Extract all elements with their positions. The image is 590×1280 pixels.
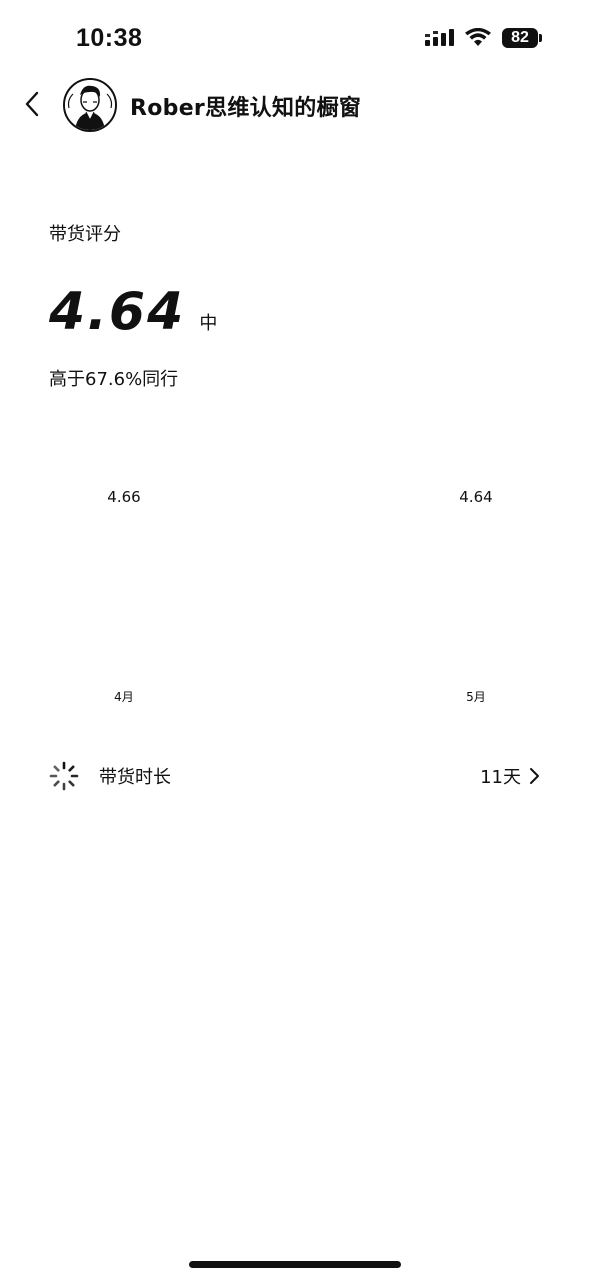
status-bar: 10:38 82 (0, 0, 590, 78)
score-row: 4.64 中 (49, 282, 217, 342)
back-button[interactable] (14, 84, 50, 124)
battery-icon: 82 (502, 28, 542, 48)
chevron-right-icon (530, 768, 539, 784)
score-level: 中 (199, 313, 218, 334)
avatar-image (65, 80, 115, 130)
home-indicator (189, 1261, 401, 1268)
duration-value: 11天 (480, 767, 521, 788)
chart-x-tick-label: 4月 (114, 690, 134, 704)
score-trend-chart: 4.66 4.64 4月 5月 (49, 470, 541, 720)
chevron-left-icon (25, 91, 39, 117)
status-time: 10:38 (76, 24, 143, 52)
cellular-signal-icon (425, 29, 454, 46)
header: Rober思维认知的橱窗 (0, 78, 590, 134)
chart-x-tick-label: 5月 (466, 690, 486, 704)
status-icons: 82 (424, 28, 542, 48)
duration-label: 带货时长 (99, 767, 171, 788)
score-label: 带货评分 (49, 224, 121, 245)
wifi-icon (465, 28, 491, 46)
duration-row[interactable]: 带货时长 11天 (49, 755, 541, 797)
chart-svg: 4.66 4.64 4月 5月 (107, 488, 492, 704)
score-value: 4.64 (49, 282, 186, 342)
chart-data-label: 4.66 (107, 488, 140, 506)
chart-data-label: 4.64 (459, 488, 492, 506)
avatar[interactable] (63, 78, 117, 132)
score-compare-text: 高于67.6%同行 (49, 369, 179, 390)
loading-icon (49, 761, 79, 791)
page-title: Rober思维认知的橱窗 (130, 96, 362, 121)
battery-level: 82 (511, 29, 529, 46)
